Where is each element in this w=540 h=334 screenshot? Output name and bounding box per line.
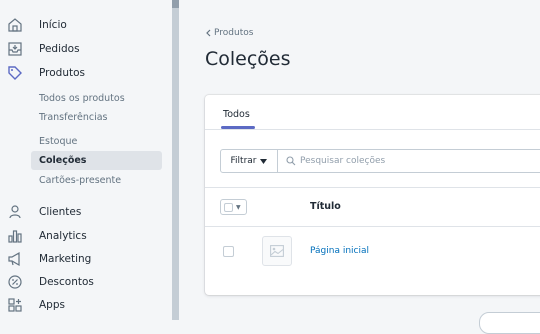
divider [205, 129, 540, 130]
sidebar-item-inicio[interactable]: Início [0, 14, 172, 36]
home-icon [8, 18, 22, 32]
sidebar-item-produtos[interactable]: Produtos [0, 62, 172, 84]
sidebar-subitem-label: Todos os produtos [39, 93, 125, 104]
sidebar-item-label: Apps [39, 299, 65, 311]
filter-button[interactable]: Filtrar [220, 149, 278, 173]
bulk-select-checkbox[interactable]: ▼ [220, 199, 247, 215]
sidebar-item-marketing[interactable]: Marketing [0, 248, 172, 270]
filter-button-label: Filtrar [230, 156, 257, 166]
sidebar-item-clientes[interactable]: Clientes [0, 201, 172, 223]
tag-icon [8, 66, 22, 80]
breadcrumb-link[interactable]: Produtos [214, 28, 253, 38]
sidebar-item-label: Clientes [39, 206, 82, 218]
collection-link[interactable]: Página inicial [310, 246, 369, 256]
sidebar-subitem-label: Coleções [39, 155, 87, 166]
sidebar-subitem-transferencias[interactable]: Transferências [31, 108, 162, 127]
sidebar-subitem-colecoes[interactable]: Coleções [31, 151, 162, 170]
row-checkbox[interactable] [223, 246, 234, 257]
sidebar-item-label: Analytics [39, 230, 87, 242]
megaphone-icon [8, 251, 20, 267]
search-icon [286, 156, 296, 166]
sidebar-item-descontos[interactable]: Descontos [0, 271, 172, 293]
chevron-down-icon[interactable]: ▼ [236, 204, 241, 211]
tab-todos[interactable]: Todos [223, 109, 250, 120]
apps-icon [8, 298, 22, 312]
sidebar: Início Pedidos Produtos Todos os produto… [0, 0, 173, 320]
sidebar-scrollbar[interactable] [172, 0, 179, 320]
sidebar-item-label: Marketing [39, 253, 92, 265]
sidebar-subitem-label: Estoque [39, 136, 78, 147]
sidebar-subitem-todos-os-produtos[interactable]: Todos os produtos [31, 89, 162, 108]
image-placeholder-icon [262, 236, 292, 266]
chevron-left-icon [206, 29, 211, 37]
search-input[interactable] [300, 156, 500, 166]
column-header-title[interactable]: Título [310, 201, 341, 212]
orders-icon [8, 42, 22, 56]
sidebar-item-pedidos[interactable]: Pedidos [0, 38, 172, 60]
checkbox[interactable] [224, 202, 233, 212]
divider [205, 226, 540, 227]
scrollbar-thumb[interactable] [172, 0, 179, 8]
divider [205, 187, 540, 188]
bottom-partial-button[interactable] [479, 312, 540, 334]
search-field[interactable] [278, 149, 540, 173]
breadcrumb[interactable]: Produtos [205, 28, 253, 38]
main-content: Produtos Coleções Todos Filtrar ▼ Título [179, 0, 540, 334]
sidebar-item-analytics[interactable]: Analytics [0, 225, 172, 247]
sidebar-subitem-estoque[interactable]: Estoque [31, 132, 162, 151]
page-title: Coleções [205, 48, 291, 70]
sidebar-item-label: Pedidos [39, 43, 80, 55]
collections-card: Todos Filtrar ▼ Título [205, 95, 540, 295]
sidebar-subitem-label: Transferências [39, 112, 108, 123]
discount-icon [8, 275, 22, 289]
person-icon [9, 205, 21, 219]
sidebar-subitem-cartoes-presente[interactable]: Cartões-presente [31, 171, 162, 190]
sidebar-subitem-label: Cartões-presente [39, 175, 122, 186]
caret-down-icon [260, 158, 268, 164]
sidebar-item-label: Início [39, 19, 67, 31]
sidebar-item-label: Descontos [39, 276, 94, 288]
sidebar-item-label: Produtos [39, 67, 85, 79]
sidebar-item-apps[interactable]: Apps [0, 294, 172, 316]
bar-chart-icon [8, 230, 22, 243]
